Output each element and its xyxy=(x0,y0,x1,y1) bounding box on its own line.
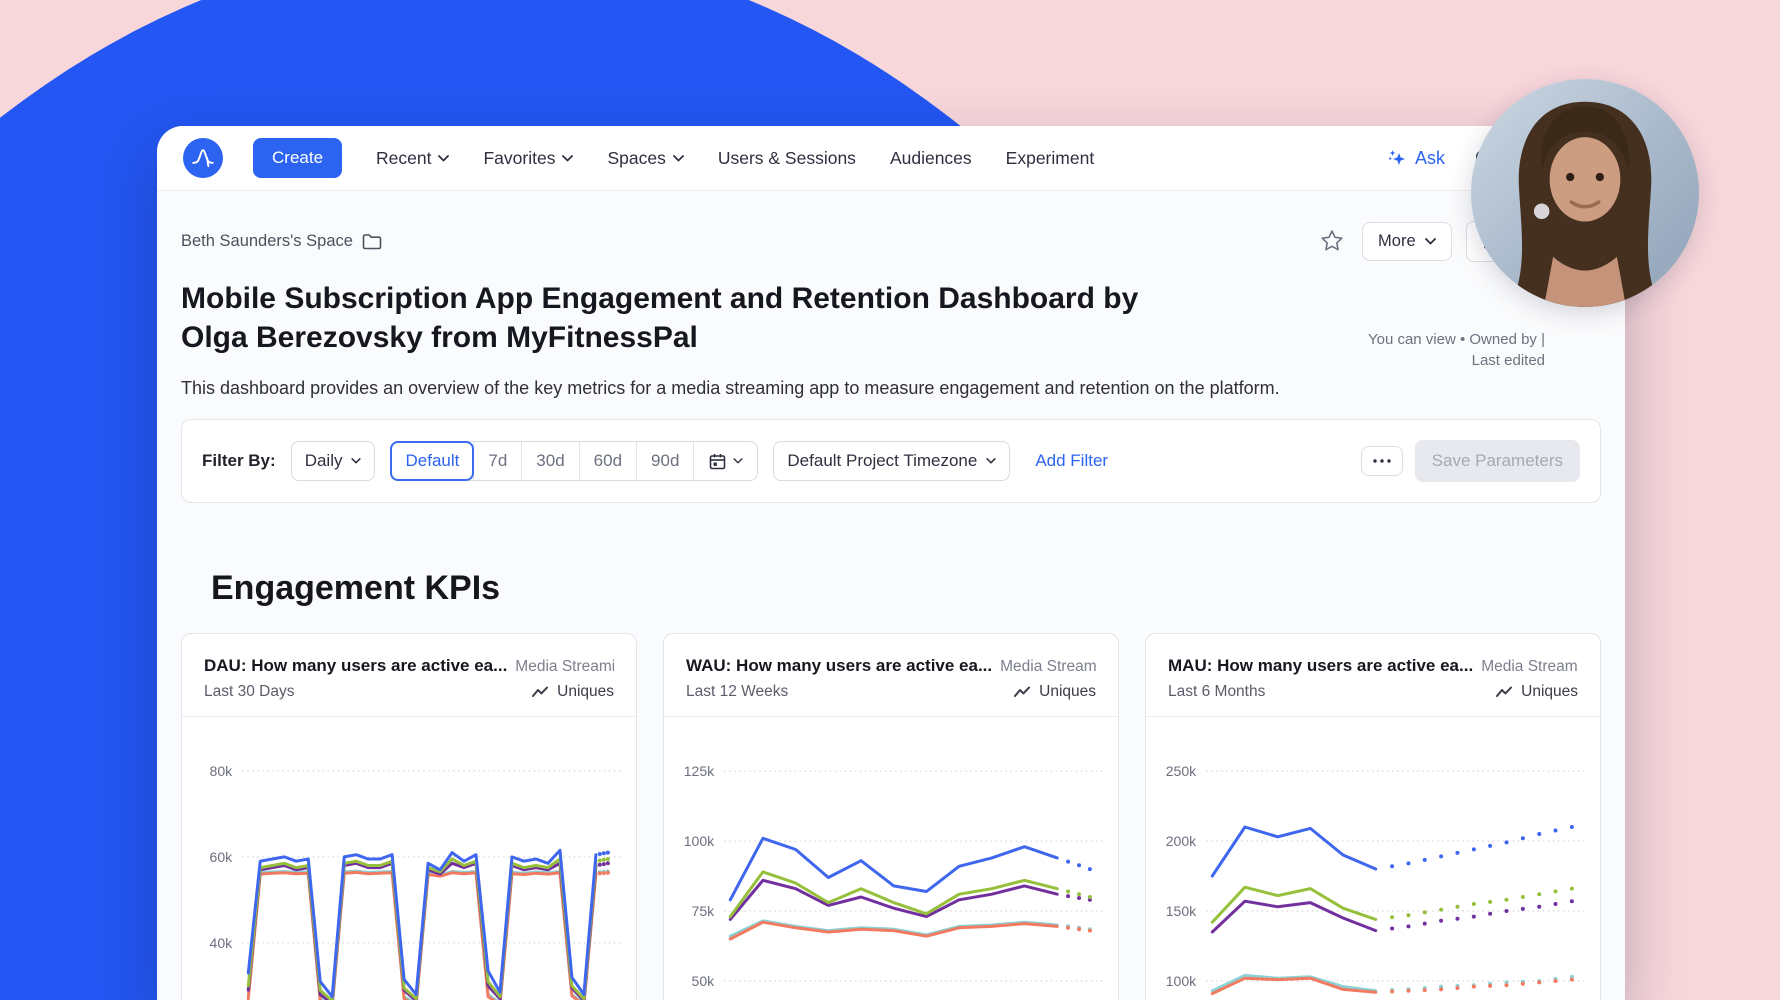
trend-line-icon xyxy=(531,685,550,699)
folder-icon xyxy=(362,233,382,250)
chart-date-range: Last 12 Weeks xyxy=(686,683,788,701)
chart-metric: Uniques xyxy=(531,683,614,701)
nav-item-recent[interactable]: Recent xyxy=(376,148,449,169)
trend-line-icon xyxy=(1013,685,1032,699)
nav-item-label: Recent xyxy=(376,148,431,169)
breadcrumb-label: Beth Saunders's Space xyxy=(181,232,353,251)
date-range-segmented-control: Default 7d 30d 60d 90d xyxy=(390,441,758,481)
chevron-down-icon xyxy=(438,155,449,162)
dashboard-content: Beth Saunders's Space More Subscribe You… xyxy=(157,191,1625,1000)
more-label: More xyxy=(1378,232,1416,251)
nav-item-label: Spaces xyxy=(607,148,665,169)
svg-text:80k: 80k xyxy=(210,763,234,779)
calendar-icon xyxy=(708,452,727,471)
range-30d[interactable]: 30d xyxy=(521,442,578,480)
card-header: DAU: How many users are active ea... Med… xyxy=(182,634,636,717)
favorite-button[interactable] xyxy=(1316,225,1348,259)
chart-provider: Media Streamin... xyxy=(515,658,614,676)
chevron-down-icon xyxy=(1425,238,1436,245)
chart-date-range: Last 6 Months xyxy=(1168,683,1265,701)
svg-text:100k: 100k xyxy=(1166,973,1197,989)
chevron-down-icon xyxy=(673,155,684,162)
granularity-dropdown[interactable]: Daily xyxy=(291,441,376,481)
chart-card-wau[interactable]: WAU: How many users are active ea... Med… xyxy=(663,633,1119,1000)
timezone-dropdown[interactable]: Default Project Timezone xyxy=(773,441,1010,481)
metric-label: Uniques xyxy=(1039,683,1096,701)
nav-item-experiment[interactable]: Experiment xyxy=(1006,148,1095,169)
create-button[interactable]: Create xyxy=(253,138,342,178)
chevron-down-icon xyxy=(562,155,573,162)
svg-text:250k: 250k xyxy=(1166,763,1197,779)
avatar-portrait xyxy=(1471,79,1699,307)
chart-metric: Uniques xyxy=(1495,683,1578,701)
top-nav: Create Recent Favorites Spaces Users & S… xyxy=(157,126,1625,191)
svg-text:50k: 50k xyxy=(692,973,716,989)
card-header: WAU: How many users are active ea... Med… xyxy=(664,634,1118,717)
add-filter-link[interactable]: Add Filter xyxy=(1035,451,1108,471)
custom-date-range[interactable] xyxy=(693,442,757,480)
chevron-down-icon xyxy=(733,458,743,464)
svg-text:125k: 125k xyxy=(684,763,715,779)
svg-text:150k: 150k xyxy=(1166,903,1197,919)
mau-line-chart[interactable]: 250k 200k 150k 100k xyxy=(1146,721,1600,1000)
wau-line-chart[interactable]: 125k 100k 75k 50k xyxy=(664,721,1118,1000)
chart-card-mau[interactable]: MAU: How many users are active ea... Med… xyxy=(1145,633,1601,1000)
filter-options-button[interactable] xyxy=(1361,446,1403,476)
nav-item-users-sessions[interactable]: Users & Sessions xyxy=(718,148,856,169)
ask-label: Ask xyxy=(1415,148,1445,169)
chart-date-range: Last 30 Days xyxy=(204,683,294,701)
nav-item-label: Experiment xyxy=(1006,148,1095,169)
chart-title: MAU: How many users are active ea... xyxy=(1168,656,1473,676)
chart-provider: Media Streamin... xyxy=(1481,658,1578,676)
card-header: MAU: How many users are active ea... Med… xyxy=(1146,634,1600,717)
chart-provider: Media Streamin... xyxy=(1000,658,1096,676)
ask-button[interactable]: Ask xyxy=(1386,147,1445,169)
permissions-owner-text: You can view • Owned by | xyxy=(1368,329,1545,350)
range-7d[interactable]: 7d xyxy=(473,442,521,480)
save-parameters-button[interactable]: Save Parameters xyxy=(1415,440,1580,482)
filter-by-label: Filter By: xyxy=(202,451,276,471)
nav-item-audiences[interactable]: Audiences xyxy=(890,148,972,169)
svg-text:200k: 200k xyxy=(1166,833,1197,849)
last-edited-text: Last edited xyxy=(1368,350,1545,371)
nav-item-label: Users & Sessions xyxy=(718,148,856,169)
chart-metric: Uniques xyxy=(1013,683,1096,701)
nav-item-label: Favorites xyxy=(483,148,555,169)
more-button[interactable]: More xyxy=(1362,222,1452,261)
range-90d[interactable]: 90d xyxy=(636,442,693,480)
star-icon xyxy=(1320,229,1344,252)
kpi-cards-row: DAU: How many users are active ea... Med… xyxy=(181,633,1601,1000)
amplitude-logo[interactable] xyxy=(183,138,223,178)
section-heading: Engagement KPIs xyxy=(211,569,1601,608)
chart-card-dau[interactable]: DAU: How many users are active ea... Med… xyxy=(181,633,637,1000)
range-default[interactable]: Default xyxy=(390,441,474,481)
chart-title: DAU: How many users are active ea... xyxy=(204,656,507,676)
dau-line-chart[interactable]: 80k 60k 40k xyxy=(182,721,636,1000)
svg-text:100k: 100k xyxy=(684,833,715,849)
timezone-value: Default Project Timezone xyxy=(787,451,977,471)
filter-bar: Filter By: Daily Default 7d 30d 60d 90d … xyxy=(181,419,1601,503)
nav-item-spaces[interactable]: Spaces xyxy=(607,148,683,169)
metric-label: Uniques xyxy=(557,683,614,701)
metric-label: Uniques xyxy=(1521,683,1578,701)
page-title: Mobile Subscription App Engagement and R… xyxy=(181,279,1201,357)
dashboard-meta: You can view • Owned by | Last edited xyxy=(1368,329,1545,371)
svg-text:75k: 75k xyxy=(692,903,716,919)
breadcrumb[interactable]: Beth Saunders's Space xyxy=(181,232,382,251)
ellipsis-icon xyxy=(1373,459,1391,463)
page-description: This dashboard provides an overview of t… xyxy=(181,378,1601,399)
chart-title: WAU: How many users are active ea... xyxy=(686,656,992,676)
chevron-down-icon xyxy=(986,458,996,464)
svg-text:60k: 60k xyxy=(210,849,234,865)
app-window: Create Recent Favorites Spaces Users & S… xyxy=(157,126,1625,1000)
nav-item-favorites[interactable]: Favorites xyxy=(483,148,573,169)
nav-item-label: Audiences xyxy=(890,148,972,169)
sparkle-icon xyxy=(1386,147,1408,169)
svg-text:40k: 40k xyxy=(210,935,234,951)
range-60d[interactable]: 60d xyxy=(579,442,636,480)
chevron-down-icon xyxy=(351,458,361,464)
granularity-value: Daily xyxy=(305,451,343,471)
avatar[interactable] xyxy=(1471,79,1699,307)
trend-line-icon xyxy=(1495,685,1514,699)
